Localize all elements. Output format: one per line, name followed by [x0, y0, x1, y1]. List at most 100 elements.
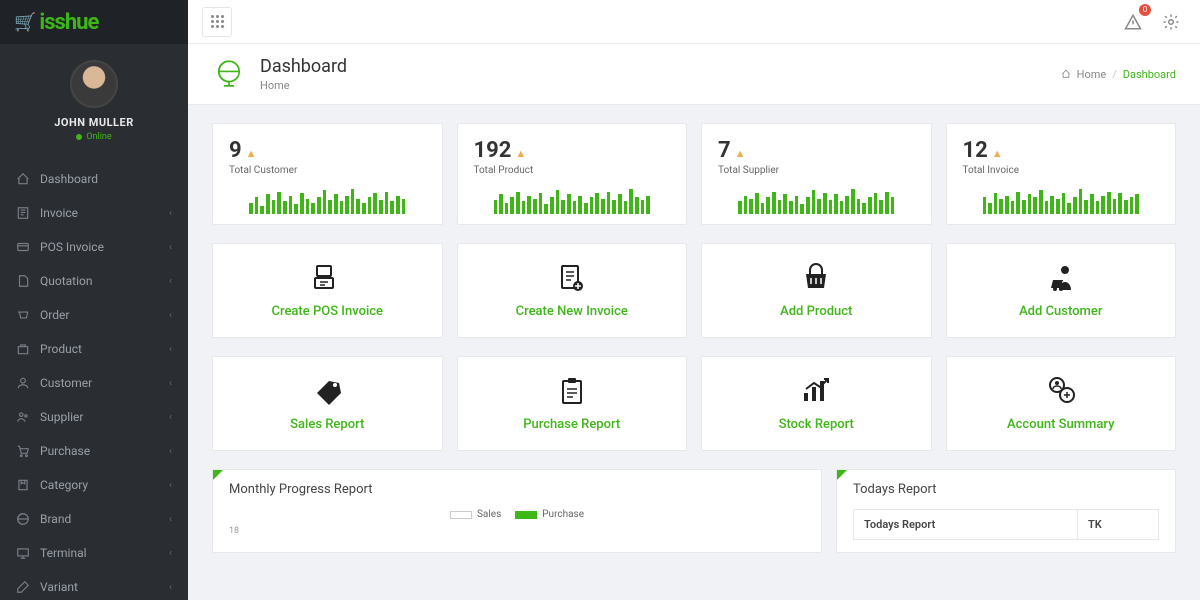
panel-corner-icon: [213, 470, 223, 480]
purchase-icon: [16, 444, 30, 458]
page-subtitle: Home: [260, 79, 347, 92]
status-dot-icon: [76, 134, 82, 140]
sparkline-chart: [474, 186, 671, 214]
topbar: 0: [188, 0, 1200, 44]
chevron-left-icon: ‹: [169, 344, 172, 355]
brand-logo[interactable]: 🛒 isshue: [14, 10, 98, 35]
action-add-customer[interactable]: Add Customer: [946, 243, 1177, 338]
stat-customer: 9▲ Total Customer: [212, 123, 443, 225]
action-stock-report[interactable]: Stock Report: [701, 356, 932, 451]
sidebar-item-customer[interactable]: Customer ‹: [0, 366, 188, 400]
sidebar-item-pos-invoice[interactable]: POS Invoice ‹: [0, 230, 188, 264]
action-purchase-report[interactable]: Purchase Report: [457, 356, 688, 451]
quotation-icon: [16, 274, 30, 288]
cart-icon: 🛒: [14, 12, 35, 33]
sidebar-item-variant[interactable]: Variant ‹: [0, 570, 188, 600]
action-create-invoice[interactable]: Create New Invoice: [457, 243, 688, 338]
stats-row: 9▲ Total Customer 192▲ Total Product 7▲ …: [212, 123, 1176, 225]
user-status: Online: [76, 132, 111, 142]
sidebar-item-purchase[interactable]: Purchase ‹: [0, 434, 188, 468]
gear-icon: [1162, 13, 1180, 31]
new-invoice-icon: [556, 262, 588, 294]
warning-icon: [1124, 13, 1142, 31]
page-title: Dashboard: [260, 56, 347, 77]
settings-button[interactable]: [1156, 7, 1186, 37]
chevron-left-icon: ‹: [169, 412, 172, 423]
home-icon: [1061, 69, 1071, 79]
chevron-left-icon: ‹: [169, 378, 172, 389]
sidebar-nav: Dashboard Invoice ‹ POS Invoice ‹ Quotat…: [0, 162, 188, 600]
chevron-left-icon: ‹: [169, 514, 172, 525]
sparkline-chart: [718, 186, 915, 214]
legend-swatch-purchase: [515, 511, 537, 519]
sidebar-item-quotation[interactable]: Quotation ‹: [0, 264, 188, 298]
clipboard-icon: [556, 375, 588, 407]
notifications-button[interactable]: 0: [1118, 7, 1148, 37]
logo-area: 🛒 isshue: [0, 0, 188, 44]
user-name: JOHN MULLER: [54, 116, 134, 129]
trend-up-icon: ▲: [246, 147, 257, 160]
chevron-left-icon: ‹: [169, 548, 172, 559]
main-area: 0 Dashboard Home Home / Dashboard: [188, 0, 1200, 600]
todays-report-title: Todays Report: [837, 470, 1175, 509]
basket-icon: [800, 262, 832, 294]
todays-report-table-header: Todays Report TK: [853, 509, 1159, 540]
sparkline-chart: [963, 186, 1160, 214]
sidebar-item-category[interactable]: Category ‹: [0, 468, 188, 502]
action-account-summary[interactable]: Account Summary: [946, 356, 1177, 451]
chevron-left-icon: ‹: [169, 446, 172, 457]
chart-up-icon: [800, 375, 832, 407]
category-icon: [16, 478, 30, 492]
chevron-left-icon: ‹: [169, 242, 172, 253]
sidebar-item-order[interactable]: Order ‹: [0, 298, 188, 332]
pos-icon: [16, 240, 30, 254]
chevron-left-icon: ‹: [169, 208, 172, 219]
page-header: Dashboard Home Home / Dashboard: [188, 44, 1200, 105]
dashboard-icon: [16, 172, 30, 186]
actions-row-1: Create POS Invoice Create New Invoice Ad…: [212, 243, 1176, 338]
sparkline-chart: [229, 186, 426, 214]
terminal-icon: [16, 546, 30, 560]
chevron-left-icon: ‹: [169, 480, 172, 491]
invoice-icon: [16, 206, 30, 220]
sales-tag-icon: [311, 375, 343, 407]
stat-product: 192▲ Total Product: [457, 123, 688, 225]
customer-icon: [16, 376, 30, 390]
panel-corner-icon: [837, 470, 847, 480]
action-add-product[interactable]: Add Product: [701, 243, 932, 338]
monthly-progress-panel: Monthly Progress Report Sales Purchase 1…: [212, 469, 822, 553]
chevron-left-icon: ‹: [169, 582, 172, 593]
supplier-icon: [16, 410, 30, 424]
trend-up-icon: ▲: [992, 147, 1003, 160]
sidebar-item-invoice[interactable]: Invoice ‹: [0, 196, 188, 230]
stat-supplier: 7▲ Total Supplier: [701, 123, 932, 225]
actions-row-2: Sales Report Purchase Report Stock Repor…: [212, 356, 1176, 451]
breadcrumb-home[interactable]: Home: [1077, 68, 1107, 81]
todays-report-panel: Todays Report Todays Report TK: [836, 469, 1176, 553]
sidebar: 🛒 isshue JOHN MULLER Online Dashboard In…: [0, 0, 188, 600]
chart-legend: Sales Purchase: [229, 509, 805, 520]
avatar[interactable]: [70, 60, 118, 108]
sidebar-item-supplier[interactable]: Supplier ‹: [0, 400, 188, 434]
notification-badge: 0: [1139, 4, 1151, 16]
content: 9▲ Total Customer 192▲ Total Product 7▲ …: [188, 105, 1200, 600]
action-create-pos-invoice[interactable]: Create POS Invoice: [212, 243, 443, 338]
brand-icon: [16, 512, 30, 526]
sidebar-item-product[interactable]: Product ‹: [0, 332, 188, 366]
sidebar-item-dashboard[interactable]: Dashboard: [0, 162, 188, 196]
breadcrumb-current: Dashboard: [1123, 68, 1176, 81]
y-axis-tick: 18: [229, 526, 805, 536]
pos-invoice-icon: [311, 262, 343, 294]
apps-menu-button[interactable]: [202, 7, 232, 37]
order-icon: [16, 308, 30, 322]
variant-icon: [16, 580, 30, 594]
add-customer-icon: [1045, 262, 1077, 294]
account-summary-icon: [1045, 375, 1077, 407]
product-icon: [16, 342, 30, 356]
action-sales-report[interactable]: Sales Report: [212, 356, 443, 451]
sidebar-item-terminal[interactable]: Terminal ‹: [0, 536, 188, 570]
sidebar-item-brand[interactable]: Brand ‹: [0, 502, 188, 536]
globe-icon: [212, 57, 246, 91]
chevron-left-icon: ‹: [169, 276, 172, 287]
profile-block: JOHN MULLER Online: [0, 44, 188, 154]
